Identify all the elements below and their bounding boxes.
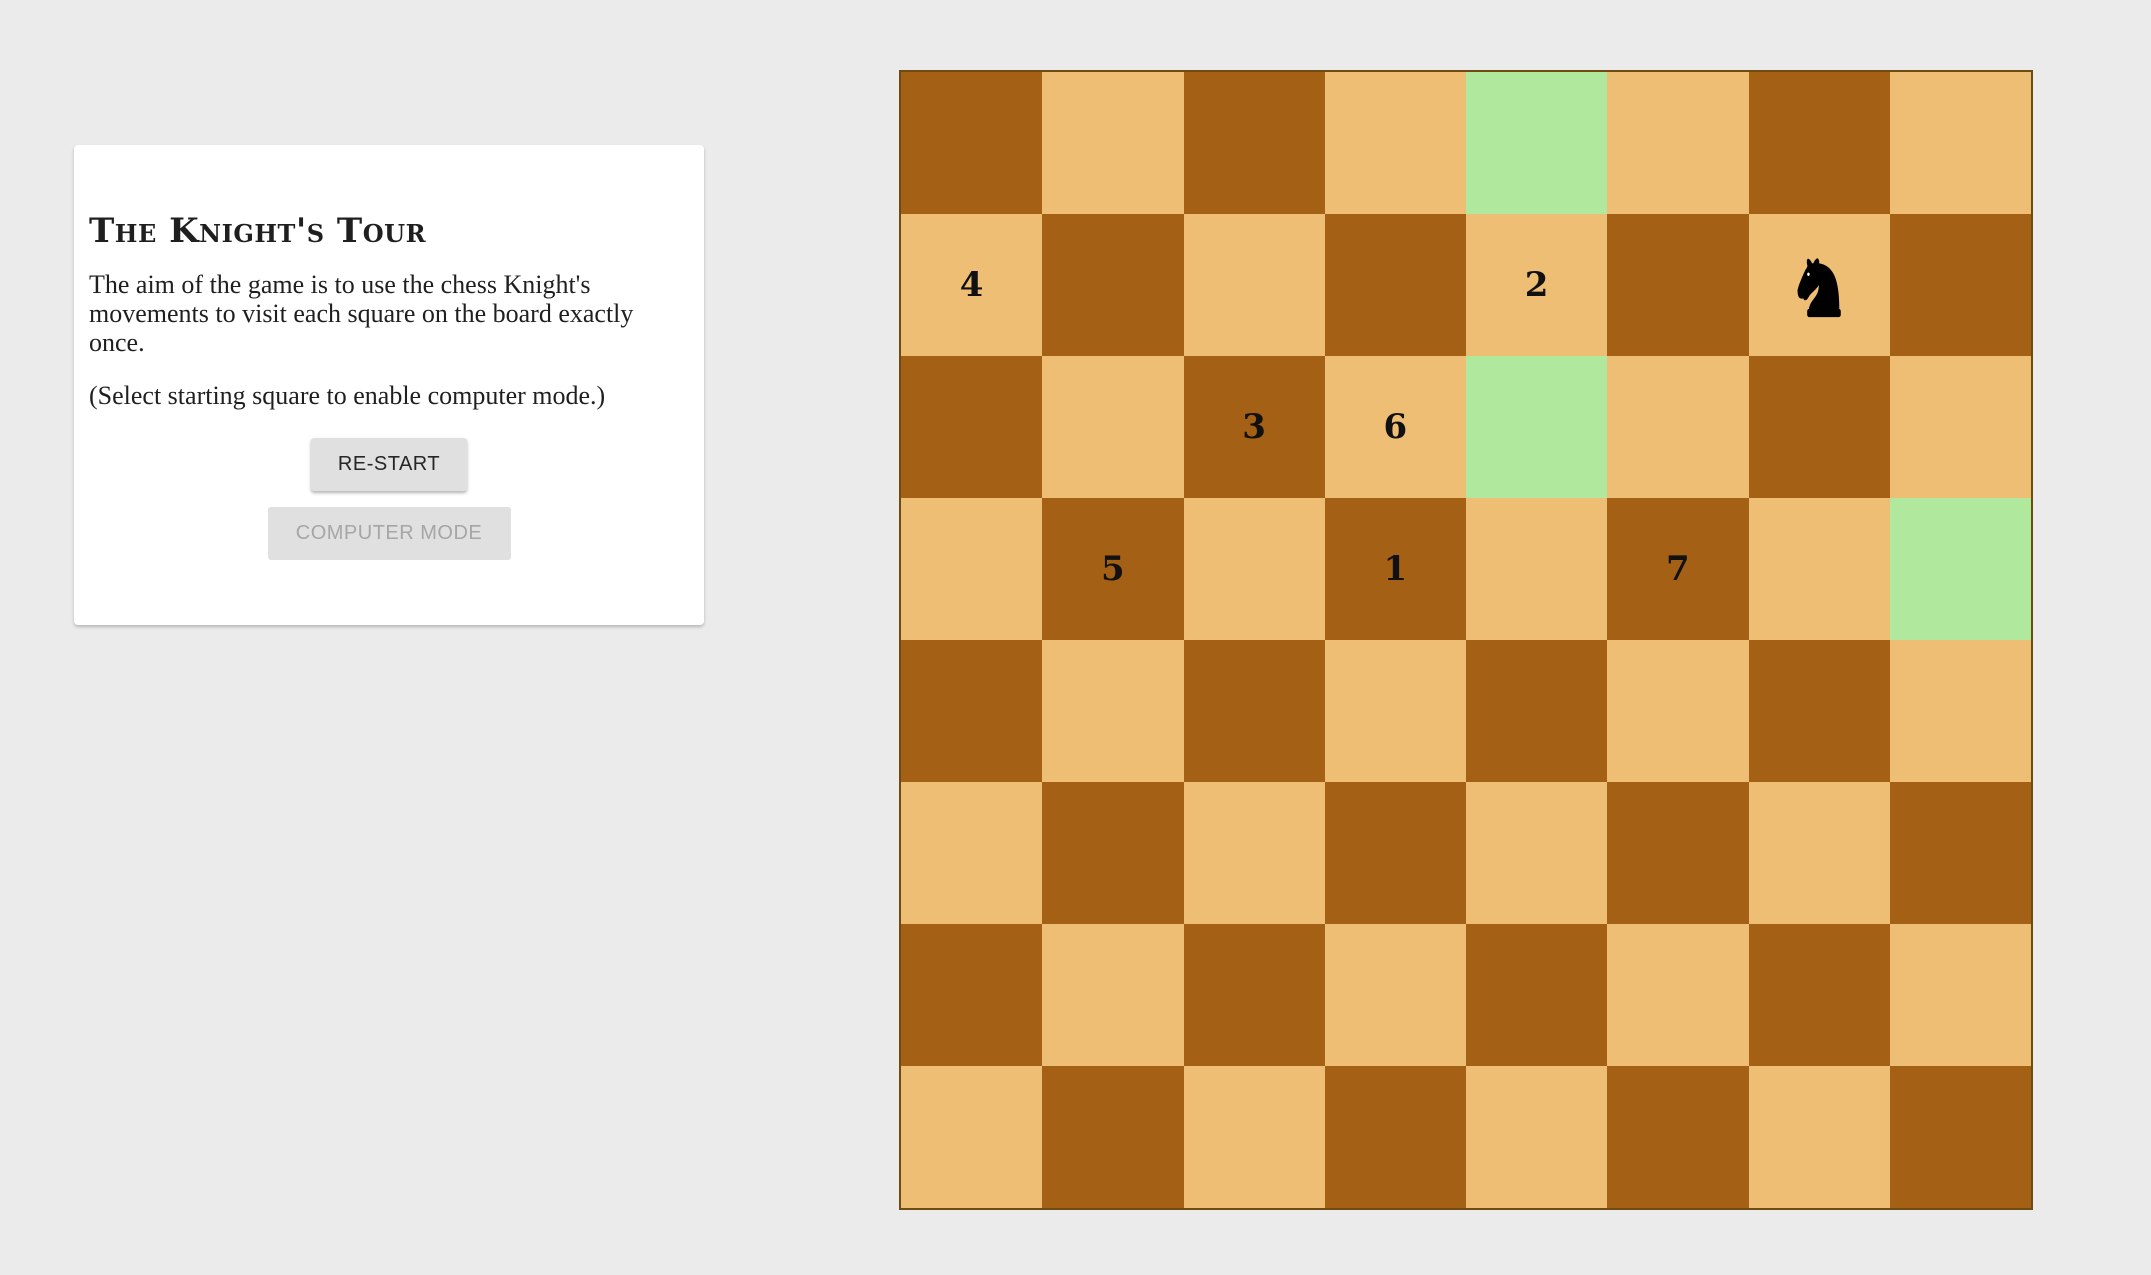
board-square[interactable] [901, 72, 1043, 214]
board-square[interactable] [1324, 214, 1466, 356]
board-square[interactable] [1324, 1066, 1466, 1208]
move-number: 5 [1101, 549, 1125, 589]
board-square[interactable] [1324, 782, 1466, 924]
possible-move-square[interactable] [1466, 356, 1608, 498]
board-square[interactable] [1607, 356, 1749, 498]
board-square[interactable] [1324, 72, 1466, 214]
board-square[interactable]: 3 [1183, 356, 1325, 498]
board-square[interactable] [1042, 640, 1184, 782]
board-square[interactable] [1466, 1066, 1608, 1208]
game-description: The aim of the game is to use the chess … [89, 269, 634, 357]
board-square[interactable] [1042, 1066, 1184, 1208]
board-square[interactable] [1889, 1066, 2031, 1208]
board-square[interactable] [901, 498, 1043, 640]
board-square[interactable] [1042, 356, 1184, 498]
board-square[interactable] [1466, 924, 1608, 1066]
board-square[interactable] [1042, 924, 1184, 1066]
move-number: 2 [1524, 265, 1549, 305]
board-square[interactable] [1748, 72, 1890, 214]
move-number: 6 [1383, 407, 1408, 447]
board-square[interactable]: 2 [1466, 214, 1608, 356]
board-square[interactable] [1607, 1066, 1749, 1208]
board-square[interactable] [1748, 498, 1890, 640]
board-square[interactable] [901, 924, 1043, 1066]
board-square[interactable] [1889, 356, 2031, 498]
board-square[interactable] [901, 356, 1043, 498]
board-square[interactable] [1466, 782, 1608, 924]
board-square[interactable] [1607, 214, 1749, 356]
knight-icon[interactable] [1791, 248, 1847, 322]
move-number: 7 [1666, 549, 1690, 589]
computer-mode-button[interactable]: COMPUTER MODE [267, 506, 511, 560]
board-square[interactable] [1889, 640, 2031, 782]
board-square[interactable] [1889, 72, 2031, 214]
board-square[interactable] [901, 1066, 1043, 1208]
move-number: 3 [1242, 407, 1266, 447]
board-square[interactable] [1607, 72, 1749, 214]
board-square[interactable] [1889, 924, 2031, 1066]
board-square[interactable] [1183, 1066, 1325, 1208]
board-square[interactable]: 4 [901, 214, 1043, 356]
board-square[interactable] [1748, 924, 1890, 1066]
board-square[interactable] [901, 782, 1043, 924]
board-square[interactable]: 1 [1324, 498, 1466, 640]
page-title: The Knight's Tour [89, 211, 427, 251]
possible-move-square[interactable] [1889, 498, 2031, 640]
board-square[interactable] [1889, 214, 2031, 356]
board-square[interactable] [1324, 640, 1466, 782]
board-square[interactable]: 6 [1324, 356, 1466, 498]
board-square[interactable]: 7 [1607, 498, 1749, 640]
board-square[interactable] [1042, 214, 1184, 356]
restart-row: RE-START [89, 410, 689, 491]
board-square[interactable] [1748, 356, 1890, 498]
board-square[interactable] [1748, 1066, 1890, 1208]
board-square[interactable] [1042, 782, 1184, 924]
info-card: The Knight's Tour The aim of the game is… [74, 145, 704, 625]
board-square[interactable] [1183, 924, 1325, 1066]
board-square[interactable] [1466, 498, 1608, 640]
board-square[interactable]: 5 [1042, 498, 1184, 640]
move-number: 4 [959, 265, 984, 305]
board-square[interactable] [1607, 640, 1749, 782]
chess-board: 4 2 3 6 5 1 7 [899, 70, 2033, 1210]
board-square[interactable] [1889, 782, 2031, 924]
computer-mode-row: COMPUTER MODE [89, 491, 689, 560]
board-square[interactable] [1324, 924, 1466, 1066]
knight-square[interactable] [1748, 214, 1890, 356]
board-square[interactable] [1183, 640, 1325, 782]
move-number: 1 [1383, 549, 1408, 589]
board-square[interactable] [1183, 72, 1325, 214]
board-square[interactable] [1183, 498, 1325, 640]
computer-mode-hint: (Select starting square to enable comput… [89, 380, 606, 410]
board-square[interactable] [901, 640, 1043, 782]
board-square[interactable] [1183, 214, 1325, 356]
board-square[interactable] [1042, 72, 1184, 214]
board-square[interactable] [1607, 924, 1749, 1066]
board-square[interactable] [1183, 782, 1325, 924]
restart-button[interactable]: RE-START [311, 437, 467, 491]
board-square[interactable] [1607, 782, 1749, 924]
possible-move-square[interactable] [1466, 72, 1608, 214]
board-square[interactable] [1748, 782, 1890, 924]
board-square[interactable] [1748, 640, 1890, 782]
board-square[interactable] [1466, 640, 1608, 782]
